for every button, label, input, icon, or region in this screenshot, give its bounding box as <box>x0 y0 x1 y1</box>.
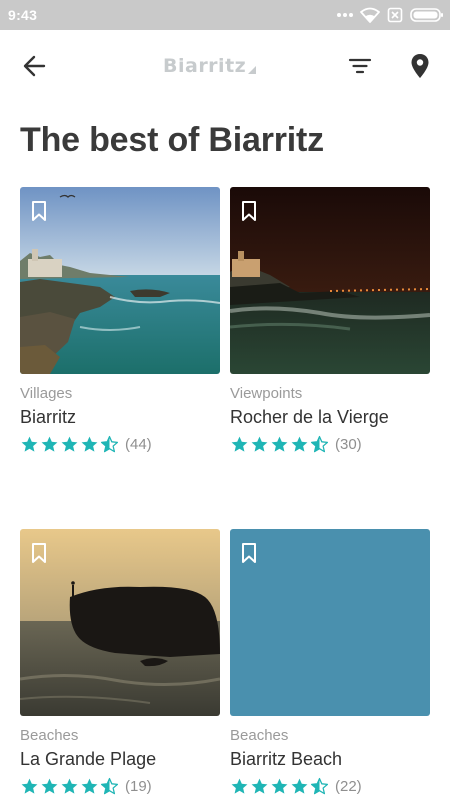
back-button[interactable] <box>20 51 50 81</box>
card-image <box>230 529 430 716</box>
star-full-icon <box>21 436 38 452</box>
bookmark-icon[interactable] <box>241 200 257 222</box>
status-icons <box>337 5 444 25</box>
star-full-icon <box>41 436 58 452</box>
card-title: Rocher de la Vierge <box>230 407 389 427</box>
card-rating: (22) <box>230 776 362 796</box>
card-category: Viewpoints <box>230 385 303 402</box>
star-full-icon <box>251 778 268 794</box>
map-pin-icon <box>411 54 429 78</box>
coastline-photo <box>20 187 220 374</box>
star-half-icon <box>310 777 329 794</box>
star-full-icon <box>81 436 98 452</box>
star-full-icon <box>61 436 78 452</box>
card-rating: (44) <box>20 434 152 454</box>
star-full-icon <box>231 436 248 452</box>
star-full-icon <box>251 436 268 452</box>
star-rating <box>20 435 119 454</box>
place-card[interactable]: Beaches La Grande Plage (19) <box>20 529 220 795</box>
review-count: (44) <box>125 435 152 453</box>
filter-icon <box>348 58 372 74</box>
star-half-icon <box>100 435 119 452</box>
bookmark-icon[interactable] <box>31 542 47 564</box>
star-half-icon <box>100 777 119 794</box>
card-title: La Grande Plage <box>20 749 157 769</box>
bookmark-icon[interactable] <box>31 200 47 222</box>
card-rating: (19) <box>20 776 152 796</box>
status-time: 9:43 <box>8 7 38 23</box>
rock-sunset-photo <box>20 529 220 716</box>
app-header: Biarritz <box>0 30 450 100</box>
card-category: Beaches <box>20 727 79 744</box>
card-rating: (30) <box>230 434 362 454</box>
card-image <box>230 187 430 374</box>
card-image <box>20 187 220 374</box>
bookmark-icon[interactable] <box>241 542 257 564</box>
status-bar: 9:43 <box>0 0 450 30</box>
star-full-icon <box>271 436 288 452</box>
battery-icon <box>410 8 443 22</box>
dots-icon <box>337 13 353 17</box>
star-full-icon <box>291 436 308 452</box>
wifi-icon <box>360 7 380 23</box>
back-arrow-icon <box>23 55 46 77</box>
star-full-icon <box>61 778 78 794</box>
night-coast-photo <box>230 187 430 374</box>
star-full-icon <box>271 778 288 794</box>
star-rating <box>230 435 329 454</box>
logo-text: Biarritz <box>163 55 247 77</box>
star-full-icon <box>231 778 248 794</box>
card-title: Biarritz <box>20 407 77 427</box>
place-card[interactable]: Villages Biarritz (44) <box>20 187 220 453</box>
place-card[interactable]: Beaches Biarritz Beach (22) <box>230 529 430 795</box>
star-full-icon <box>291 778 308 794</box>
card-category: Beaches <box>230 727 289 744</box>
card-title: Biarritz Beach <box>230 749 343 769</box>
place-card[interactable]: Viewpoints Rocher de la Vierge (30) <box>230 187 430 453</box>
review-count: (19) <box>125 777 152 795</box>
star-rating <box>20 777 119 796</box>
filter-button[interactable] <box>346 52 374 80</box>
star-full-icon <box>21 778 38 794</box>
star-full-icon <box>81 778 98 794</box>
star-half-icon <box>310 435 329 452</box>
star-rating <box>230 777 329 796</box>
map-button[interactable] <box>407 51 433 81</box>
review-count: (30) <box>335 435 362 453</box>
card-image <box>20 529 220 716</box>
no-sim-icon <box>387 7 403 23</box>
card-category: Villages <box>20 385 73 402</box>
app-logo: Biarritz <box>163 54 257 78</box>
star-full-icon <box>41 778 58 794</box>
logo-mark-icon <box>248 66 257 74</box>
review-count: (22) <box>335 777 362 795</box>
page-title: The best of Biarritz <box>20 121 324 159</box>
